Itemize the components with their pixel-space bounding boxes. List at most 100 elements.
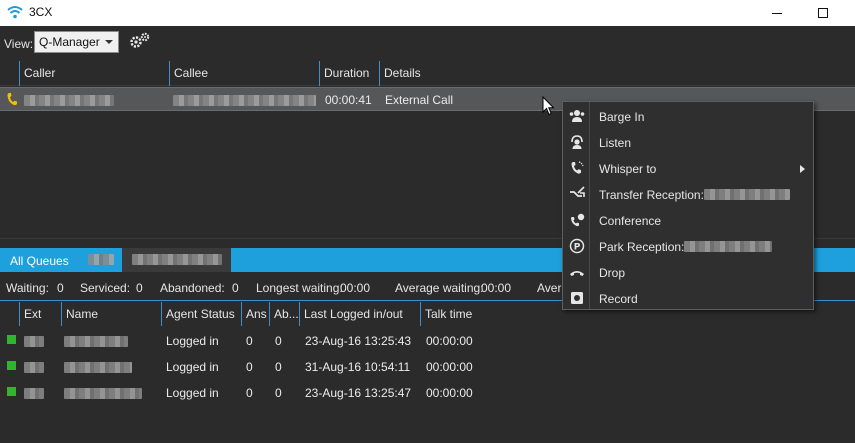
menu-item-conference[interactable]: Conference: [563, 207, 813, 233]
agent-talk-time: 00:00:00: [426, 360, 473, 374]
status-online-icon: [7, 387, 16, 396]
agent-last-logged: 31-Aug-16 10:54:11: [305, 360, 411, 374]
call-details: External Call: [385, 93, 454, 107]
column-agent-status[interactable]: Agent Status: [161, 302, 241, 326]
agent-ext-redacted: [24, 336, 44, 347]
settings-gears-icon[interactable]: [128, 32, 152, 50]
agent-ext-redacted: [24, 362, 44, 373]
column-talk-time[interactable]: Talk time: [420, 302, 500, 326]
agent-talk-time: 00:00:00: [426, 334, 473, 348]
menu-item-listen[interactable]: Listen: [563, 129, 813, 155]
tab-queue-redacted-label: [132, 254, 222, 265]
tab-all-queues[interactable]: All Queues: [0, 248, 78, 272]
chevron-down-icon: [105, 40, 113, 44]
column-ans[interactable]: Ans: [241, 302, 269, 326]
svg-text:P: P: [574, 243, 581, 253]
agent-ans: 0: [246, 334, 253, 348]
callee-redacted: [173, 95, 316, 106]
view-label: View:: [4, 37, 34, 51]
drop-call-icon: [570, 271, 584, 276]
call-context-menu: Barge In Listen Whisper to Transfer Rece…: [562, 101, 814, 310]
menu-item-label: Transfer Reception:: [599, 188, 790, 202]
stat-waiting-value: 0: [57, 281, 64, 295]
calls-grid-header: Caller Callee Duration Details: [0, 61, 855, 86]
agent-last-logged: 23-Aug-16 13:25:43: [305, 334, 412, 348]
minimize-icon: [772, 12, 782, 14]
stat-average-value: 00:00: [481, 281, 512, 295]
menu-item-label: Listen: [599, 136, 632, 150]
stat-longest-value: 00:00: [340, 281, 371, 295]
transfer-icon: [570, 186, 585, 197]
agent-ans: 0: [246, 386, 253, 400]
menu-item-park-reception[interactable]: P Park Reception:: [563, 233, 813, 259]
stat-average-label: Average waiting:: [395, 281, 484, 295]
agent-row[interactable]: Logged in 0 0 23-Aug-16 13:25:43 00:00:0…: [0, 328, 855, 354]
menu-item-drop[interactable]: Drop: [563, 259, 813, 285]
agent-talk-time: 00:00:00: [426, 386, 473, 400]
menu-item-label: Drop: [599, 266, 626, 280]
tab-queue-redacted-2[interactable]: [122, 248, 231, 272]
menu-item-whisper-to[interactable]: Whisper to: [563, 155, 813, 181]
agent-row[interactable]: Logged in 0 0 23-Aug-16 13:25:47 00:00:0…: [0, 380, 855, 406]
agent-ab: 0: [275, 386, 282, 400]
record-icon: [571, 292, 583, 304]
menu-item-label: Park Reception:: [599, 240, 773, 254]
agent-last-logged: 23-Aug-16 13:25:47: [305, 386, 412, 400]
column-name[interactable]: Name: [61, 302, 161, 326]
maximize-icon: [818, 8, 828, 18]
caller-redacted: [24, 95, 114, 106]
maximize-button[interactable]: [800, 0, 846, 26]
view-select-value: Q-Manager: [39, 35, 100, 49]
agent-name-redacted: [64, 336, 128, 347]
column-callee[interactable]: Callee: [169, 61, 319, 86]
call-duration: 00:00:41: [325, 93, 372, 107]
view-select[interactable]: Q-Manager: [34, 31, 119, 53]
agent-name-redacted: [64, 388, 142, 399]
agent-name-redacted: [64, 362, 132, 373]
agent-ext-redacted: [24, 388, 44, 399]
listen-icon: [571, 135, 583, 149]
agent-status: Logged in: [166, 360, 219, 374]
stat-longest-label: Longest waiting:: [256, 281, 343, 295]
menu-item-label-text: Park Reception:: [599, 240, 685, 254]
column-details[interactable]: Details: [379, 61, 499, 86]
status-online-icon: [7, 361, 16, 370]
phone-handset-icon: [7, 93, 17, 106]
column-caller[interactable]: Caller: [19, 61, 169, 86]
column-abandoned[interactable]: Ab...: [269, 302, 299, 326]
agent-ab: 0: [275, 334, 282, 348]
menu-item-record[interactable]: Record: [563, 285, 813, 311]
agent-status: Logged in: [166, 386, 219, 400]
column-ext[interactable]: Ext: [19, 302, 61, 326]
status-online-icon: [7, 335, 16, 344]
agent-row[interactable]: Logged in 0 0 31-Aug-16 10:54:11 00:00:0…: [0, 354, 855, 380]
menu-item-transfer-reception[interactable]: Transfer Reception:: [563, 181, 813, 207]
conference-icon: [571, 213, 585, 227]
stat-serviced-value: 0: [136, 281, 143, 295]
tab-all-queues-label: All Queues: [10, 254, 69, 268]
barge-in-icon: [569, 110, 585, 122]
stat-abandoned-label: Abandoned:: [160, 281, 225, 295]
column-last-logged[interactable]: Last Logged in/out: [299, 302, 420, 326]
menu-item-label: Barge In: [599, 110, 645, 124]
menu-item-label: Whisper to: [599, 162, 657, 176]
transfer-target-redacted: [703, 189, 790, 200]
3cx-logo-icon: [7, 6, 23, 19]
mouse-cursor-icon: [542, 96, 555, 116]
minimize-button[interactable]: [754, 0, 800, 26]
column-duration[interactable]: Duration: [319, 61, 379, 86]
menu-item-label: Record: [599, 292, 638, 306]
tab-queue-redacted-1[interactable]: [78, 248, 122, 272]
park-target-redacted: [684, 241, 773, 252]
agent-status: Logged in: [166, 334, 219, 348]
menu-item-barge-in[interactable]: Barge In: [563, 103, 813, 129]
stat-abandoned-value: 0: [232, 281, 239, 295]
agent-ans: 0: [246, 360, 253, 374]
stat-serviced-label: Serviced:: [80, 281, 131, 295]
stat-waiting-label: Waiting:: [6, 281, 49, 295]
park-icon: P: [569, 238, 585, 254]
menu-item-label-text: Transfer Reception:: [599, 188, 704, 202]
toolbar: View: Q-Manager: [0, 26, 855, 60]
title-bar: 3CX: [0, 0, 855, 26]
menu-item-label: Conference: [599, 214, 662, 228]
